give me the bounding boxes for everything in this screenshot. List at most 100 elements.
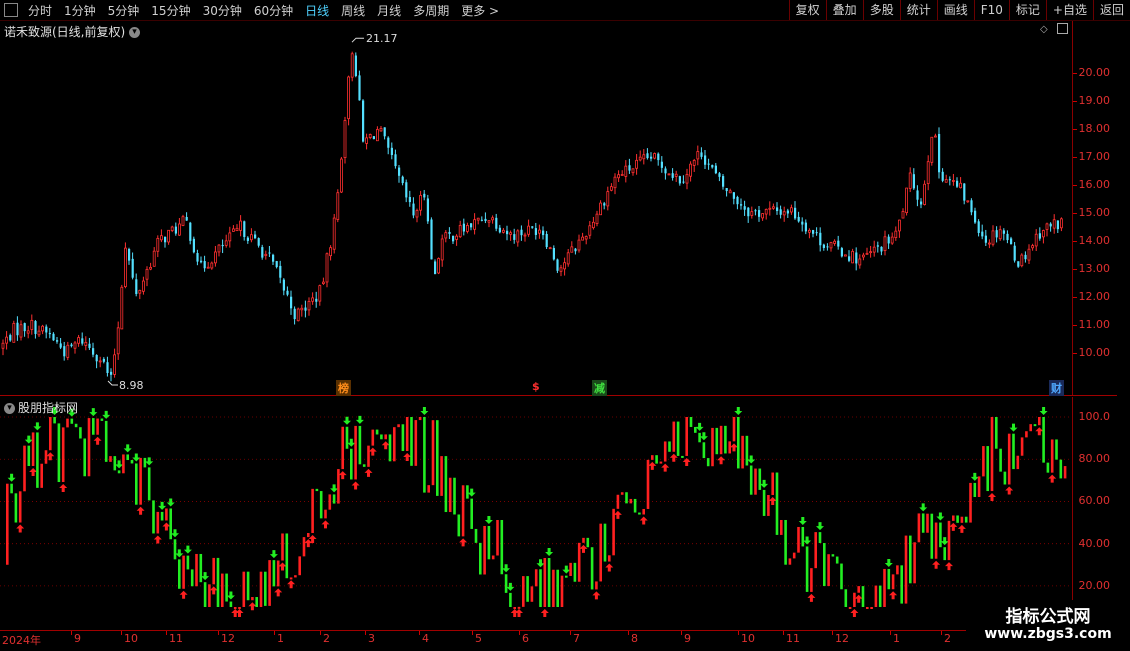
indicator-bar bbox=[595, 581, 598, 590]
candlestick bbox=[642, 149, 646, 165]
candlestick bbox=[1006, 230, 1009, 244]
indicator-bar bbox=[904, 535, 908, 604]
candlestick bbox=[646, 148, 649, 160]
candlestick bbox=[692, 158, 696, 172]
toolbar-button-8[interactable]: 返回 bbox=[1092, 0, 1130, 20]
candlestick bbox=[419, 190, 423, 216]
candlestick bbox=[808, 228, 811, 239]
price-tick-label: 20.00 bbox=[1078, 66, 1111, 79]
sell-arrow-icon bbox=[343, 416, 351, 425]
candlestick bbox=[1010, 236, 1013, 245]
candlestick bbox=[412, 197, 415, 219]
buy-arrow-icon bbox=[46, 452, 55, 461]
date-axis-tick bbox=[570, 631, 571, 635]
indicator-bar bbox=[509, 592, 512, 607]
candlestick bbox=[56, 337, 59, 344]
sell-arrow-icon bbox=[803, 536, 812, 545]
candlestick bbox=[797, 211, 800, 223]
period-tab-4[interactable]: 30分钟 bbox=[197, 2, 248, 19]
indicator-bar bbox=[195, 553, 198, 587]
date-axis-tick bbox=[832, 631, 833, 635]
candlestick bbox=[167, 229, 171, 245]
low-annotation-line bbox=[107, 380, 118, 386]
period-tab-3[interactable]: 15分钟 bbox=[145, 2, 196, 19]
event-marker-1[interactable]: $ bbox=[530, 380, 542, 393]
event-marker-2[interactable]: 减 bbox=[592, 380, 607, 396]
candlestick bbox=[59, 338, 62, 350]
period-tab-7[interactable]: 周线 bbox=[335, 2, 371, 19]
indicator-chart[interactable] bbox=[0, 397, 1072, 630]
indicator-bar bbox=[603, 523, 607, 562]
indicator-bar bbox=[92, 418, 95, 435]
indicator-bar bbox=[672, 421, 676, 452]
indicator-bar bbox=[939, 522, 942, 548]
candlestick bbox=[758, 205, 761, 222]
indicator-bar bbox=[298, 556, 301, 576]
event-marker-3[interactable]: 财 bbox=[1049, 380, 1064, 396]
sell-arrow-icon bbox=[884, 558, 893, 567]
buy-arrow-icon bbox=[768, 497, 777, 506]
period-tab-1[interactable]: 1分钟 bbox=[58, 2, 102, 19]
period-tab-8[interactable]: 月线 bbox=[371, 2, 407, 19]
indicator-tick-label: 80.00 bbox=[1078, 452, 1111, 466]
candlestick bbox=[321, 277, 325, 285]
period-tab-0[interactable]: 分时 bbox=[22, 2, 58, 19]
toolbar-button-5[interactable]: F10 bbox=[973, 0, 1009, 20]
period-tab-6[interactable]: 日线 bbox=[299, 2, 335, 19]
candlestick bbox=[657, 152, 660, 166]
candlestick bbox=[952, 173, 955, 186]
indicator-bar bbox=[1038, 417, 1041, 426]
price-chart[interactable]: 21.17 8.98 bbox=[0, 21, 1072, 395]
candlestick bbox=[106, 356, 109, 377]
indicator-bar bbox=[668, 441, 671, 452]
candlestick bbox=[16, 316, 19, 341]
indicator-bar bbox=[556, 569, 559, 607]
sidebar-toggle-button[interactable] bbox=[4, 3, 18, 17]
toolbar-button-6[interactable]: 标记 bbox=[1008, 0, 1046, 20]
toolbar-button-0[interactable]: 复权 bbox=[788, 0, 826, 20]
candlestick bbox=[41, 324, 44, 335]
period-tab-5[interactable]: 60分钟 bbox=[248, 2, 299, 19]
indicator-bar bbox=[616, 494, 620, 509]
event-marker-0[interactable]: 榜 bbox=[336, 380, 351, 396]
candlestick bbox=[880, 246, 883, 256]
toolbar-button-7[interactable]: +自选 bbox=[1045, 0, 1093, 20]
candlestick bbox=[124, 242, 127, 289]
indicator-bar bbox=[934, 522, 938, 559]
candlestick bbox=[200, 256, 203, 264]
date-axis-label: 6 bbox=[522, 632, 529, 645]
period-tab-9[interactable]: 多周期 bbox=[407, 2, 455, 19]
sell-arrow-icon bbox=[936, 512, 945, 521]
candlestick bbox=[152, 247, 156, 267]
toolbar-button-1[interactable]: 叠加 bbox=[825, 0, 863, 20]
candlestick bbox=[398, 165, 401, 183]
candlestick bbox=[77, 334, 80, 347]
period-tab-10[interactable]: 更多 > bbox=[455, 2, 505, 19]
indicator-bar bbox=[294, 575, 297, 578]
candlestick bbox=[570, 241, 574, 253]
indicator-bar bbox=[375, 429, 379, 435]
indicator-bar bbox=[702, 442, 706, 459]
candlestick bbox=[728, 188, 732, 194]
sell-arrow-icon bbox=[89, 408, 98, 417]
candlestick bbox=[213, 245, 217, 267]
buy-arrow-icon bbox=[381, 441, 390, 450]
toolbar-button-4[interactable]: 画线 bbox=[936, 0, 974, 20]
price-tick-label: 18.00 bbox=[1078, 122, 1111, 135]
candlestick bbox=[336, 189, 340, 223]
sell-arrow-icon bbox=[536, 559, 545, 568]
period-tab-2[interactable]: 5分钟 bbox=[102, 2, 146, 19]
buy-arrow-icon bbox=[16, 524, 25, 533]
indicator-bar bbox=[130, 460, 134, 464]
candlestick bbox=[480, 216, 483, 222]
candlestick bbox=[696, 145, 700, 166]
chevron-down-icon[interactable]: ▾ bbox=[4, 403, 15, 414]
candlestick bbox=[898, 219, 901, 238]
indicator-bar bbox=[909, 535, 912, 584]
toolbar-button-2[interactable]: 多股 bbox=[862, 0, 900, 20]
sell-arrow-icon bbox=[734, 407, 743, 415]
indicator-bar bbox=[388, 434, 392, 462]
date-axis-tick bbox=[738, 631, 739, 635]
candlestick bbox=[592, 216, 595, 230]
toolbar-button-3[interactable]: 统计 bbox=[899, 0, 937, 20]
